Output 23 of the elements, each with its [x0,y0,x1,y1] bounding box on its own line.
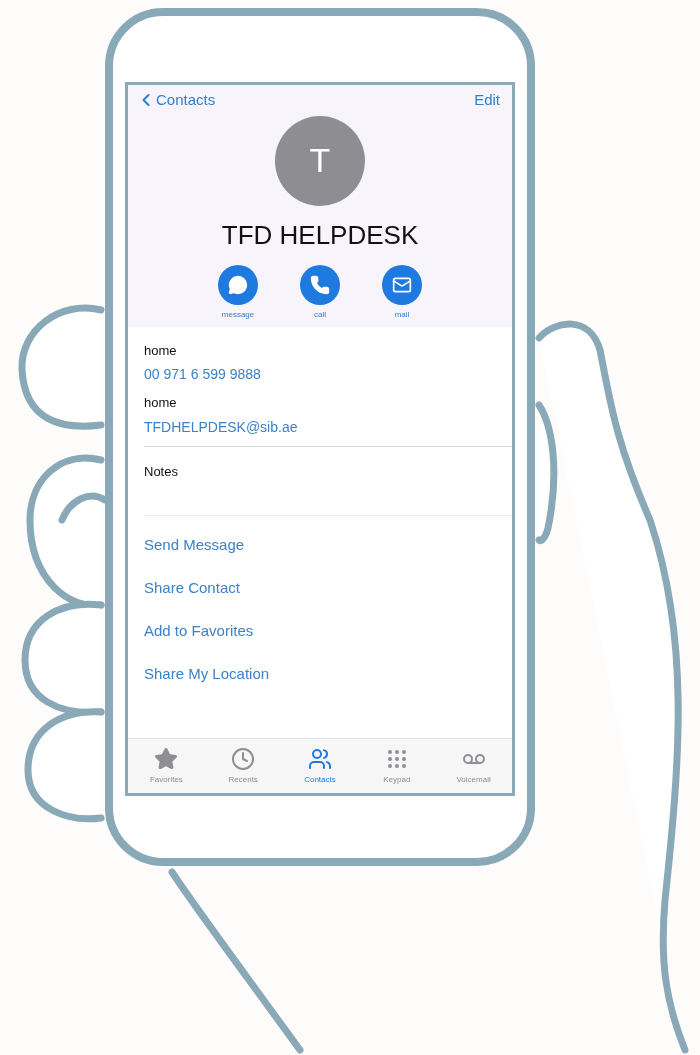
field-value-link[interactable]: TFDHELPDESK@sib.ae [144,416,496,438]
back-button[interactable]: Contacts [136,89,216,112]
action-link[interactable]: Share Contact [144,566,496,610]
tab-item[interactable]: Voicemail [443,746,504,786]
tab-item[interactable]: Favorites [136,746,197,786]
contact-name: TFD HELPDESK [220,218,420,252]
speech-bubble-icon [228,274,248,295]
field-label: home [144,341,178,360]
notes-label: Notes [144,463,178,479]
phone-icon [310,274,330,295]
action-link[interactable]: Add to Favorites [144,609,496,653]
edit-button[interactable]: Edit [474,89,504,112]
field-value-link[interactable]: 00 971 6 599 9888 [144,364,496,385]
avatar: T [275,115,365,206]
clock-icon [231,746,256,771]
action-link[interactable]: Share My Location [144,652,496,696]
tab-item[interactable]: Keypad [366,746,427,786]
field-label: home [144,394,178,412]
people-icon [308,746,332,771]
tab-item[interactable]: Contacts [290,746,350,786]
tab-item[interactable]: Recents [213,746,274,786]
star-icon [154,746,179,771]
action-link[interactable]: Send Message [144,523,496,567]
